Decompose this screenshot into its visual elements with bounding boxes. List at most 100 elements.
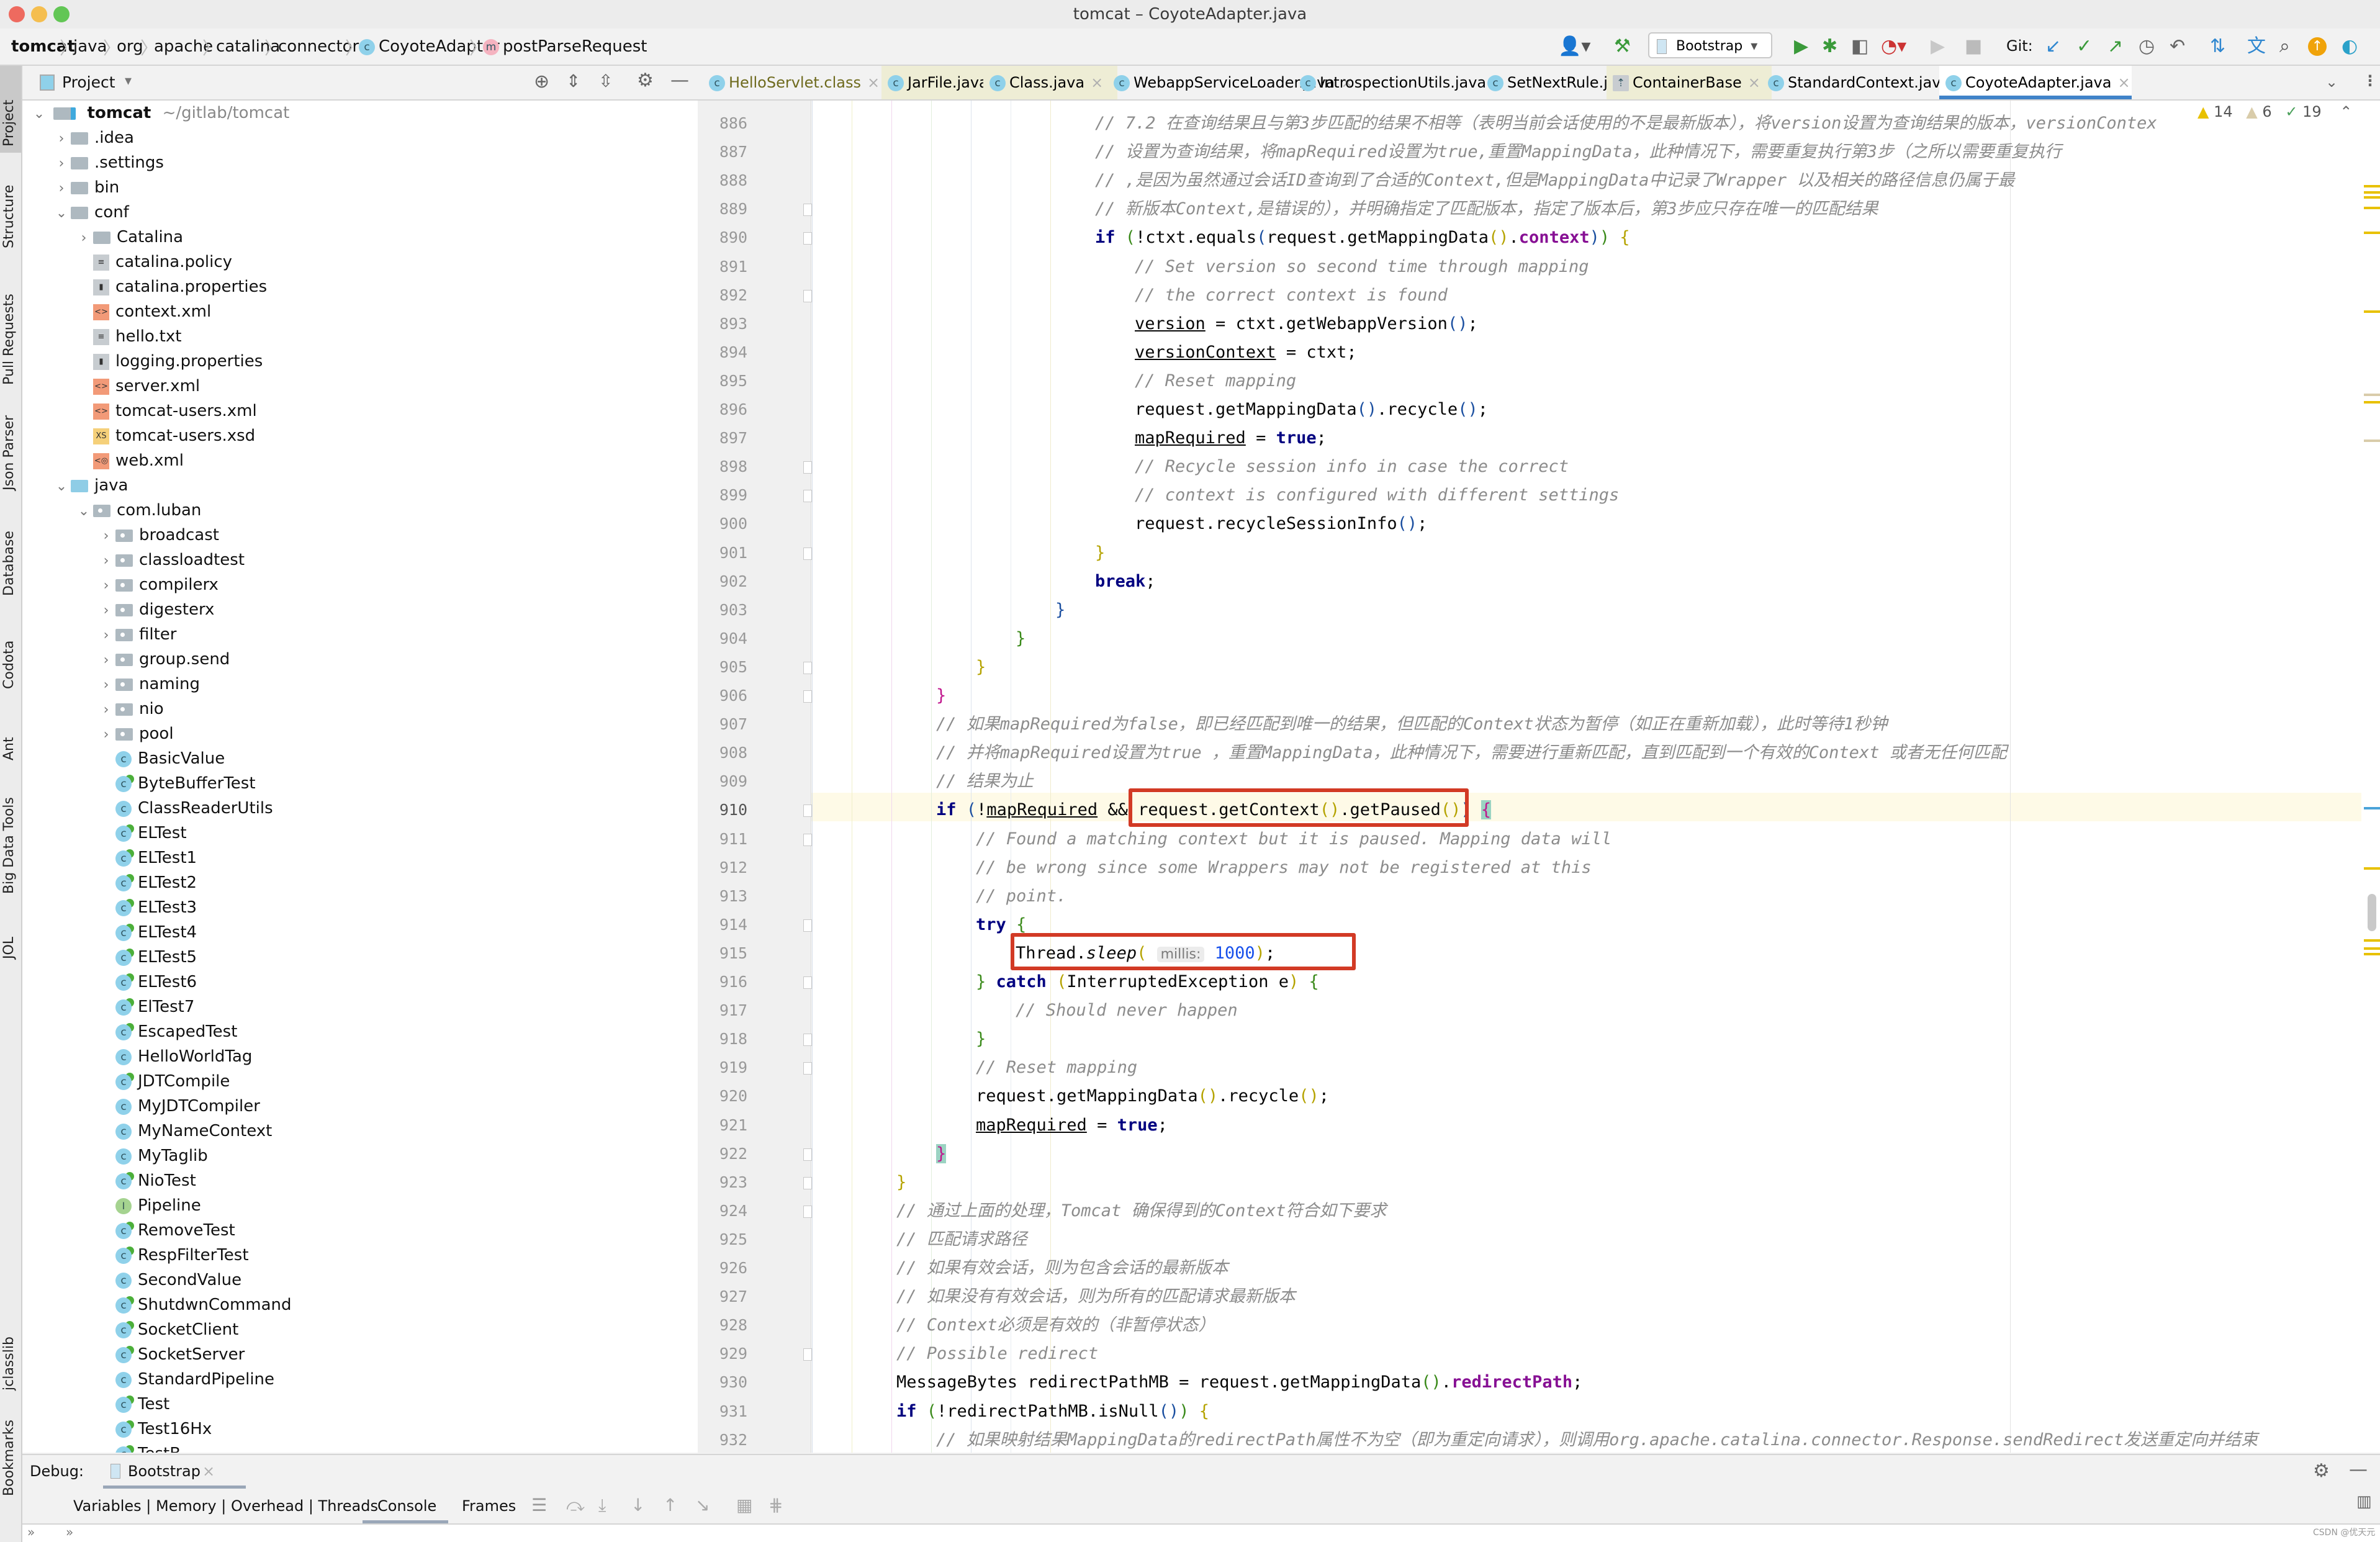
tree-item[interactable]: c HelloWorldTag bbox=[97, 1044, 252, 1069]
tree-item[interactable]: ≡ hello.txt bbox=[74, 324, 181, 349]
line-number[interactable]: 897 bbox=[698, 429, 747, 447]
warning-marker[interactable] bbox=[2364, 867, 2380, 870]
debug-tab-frames[interactable]: Frames bbox=[462, 1497, 516, 1515]
code-line[interactable]: // 新版本Context,是错误的），并明确指定了匹配版本，指定了版本后，第3… bbox=[1095, 195, 1878, 223]
code-line[interactable]: } bbox=[976, 653, 986, 682]
previous-highlight-icon[interactable]: ⌃ bbox=[2340, 103, 2352, 120]
editor-tab[interactable]: cIntrospectionUtils.java× bbox=[1294, 66, 1505, 99]
line-number[interactable]: 917 bbox=[698, 1001, 747, 1019]
line-number[interactable]: 918 bbox=[698, 1030, 747, 1048]
layout-icon[interactable]: ▥ bbox=[2356, 1492, 2372, 1511]
code-line[interactable]: break; bbox=[1095, 567, 1156, 596]
tree-item[interactable]: › digesterx bbox=[97, 597, 215, 623]
code-line[interactable]: // Reset mapping bbox=[1135, 367, 1296, 395]
tree-item[interactable]: c ELTest3 bbox=[97, 895, 197, 920]
warning-marker[interactable] bbox=[2364, 232, 2380, 234]
code-line[interactable]: // Found a matching context but it is pa… bbox=[976, 825, 1611, 854]
line-number[interactable]: 926 bbox=[698, 1259, 747, 1277]
code-line[interactable]: // Recycle session info in case the corr… bbox=[1135, 453, 1569, 481]
code-line[interactable]: // 并将mapRequired设置为true ，重置MappingData，此… bbox=[936, 739, 2007, 767]
collapse-all-icon[interactable]: ⇳ bbox=[598, 71, 613, 91]
run-to-cursor-icon[interactable]: ↘ bbox=[695, 1495, 710, 1515]
line-number[interactable]: 900 bbox=[698, 515, 747, 533]
tool-window-jclasslib[interactable]: jclasslib bbox=[1, 1316, 17, 1391]
tree-item[interactable]: c SecondValue bbox=[97, 1268, 241, 1292]
tree-root-tomcat[interactable]: ⌄ tomcat ~/gitlab/tomcat bbox=[22, 101, 290, 125]
tree-item[interactable]: <> tomcat-users.xml bbox=[74, 399, 257, 423]
tree-item[interactable]: c RespFilterTest bbox=[97, 1243, 249, 1268]
line-number[interactable]: 912 bbox=[698, 859, 747, 877]
line-number[interactable]: 890 bbox=[698, 228, 747, 246]
code-line[interactable]: mapRequired = true; bbox=[976, 1111, 1168, 1140]
code-line[interactable]: // 结果为止 bbox=[936, 767, 1034, 796]
tree-item[interactable]: ⌄ java bbox=[52, 473, 128, 498]
tree-item[interactable]: c MyJDTCompiler bbox=[97, 1094, 260, 1119]
translate-icon[interactable]: 文 bbox=[2247, 37, 2266, 56]
chevron-right-icon[interactable]: › bbox=[97, 623, 115, 648]
tree-item[interactable]: › naming bbox=[97, 672, 200, 697]
fold-marker-icon[interactable] bbox=[803, 1348, 812, 1361]
expand-icon[interactable]: » bbox=[66, 1525, 73, 1540]
tree-item[interactable]: ⌄ conf bbox=[52, 200, 129, 225]
tool-window-database[interactable]: Database bbox=[1, 509, 17, 596]
breadcrumb-item[interactable]: org bbox=[117, 37, 143, 56]
tree-item[interactable]: c SocketClient bbox=[97, 1317, 238, 1342]
chevron-right-icon[interactable]: › bbox=[52, 151, 71, 176]
tree-item[interactable]: <> context.xml bbox=[74, 299, 211, 324]
step-over-icon[interactable]: ⤓ bbox=[598, 1495, 606, 1516]
fold-marker-icon[interactable] bbox=[803, 976, 812, 989]
line-number[interactable]: 908 bbox=[698, 744, 747, 762]
tool-window-big-data-tools[interactable]: Big Data Tools bbox=[1, 779, 17, 894]
breadcrumb-item[interactable]: m postParseRequest bbox=[483, 37, 647, 56]
tree-item[interactable]: <> server.xml bbox=[74, 374, 200, 399]
code-line[interactable]: // Context必须是有效的（非暂停状态） bbox=[896, 1311, 1215, 1340]
update-icon[interactable]: ↑ bbox=[2308, 37, 2327, 56]
code-line[interactable]: } bbox=[1016, 624, 1025, 653]
chevron-right-icon[interactable]: › bbox=[97, 598, 115, 623]
line-number[interactable]: 929 bbox=[698, 1345, 747, 1363]
code-line[interactable]: // Possible redirect bbox=[896, 1340, 1098, 1368]
debug-tab-variables[interactable]: Variables | Memory | Overhead | Threads bbox=[73, 1497, 378, 1515]
list-icon[interactable]: ☰ bbox=[531, 1495, 547, 1515]
tree-item[interactable]: › nio bbox=[97, 697, 164, 721]
evaluate-expression-icon[interactable]: ▦ bbox=[736, 1495, 752, 1515]
chevron-right-icon[interactable]: › bbox=[52, 127, 71, 151]
editor-tab[interactable]: c Class.java × bbox=[983, 66, 1117, 99]
plugin-logo-icon[interactable]: ◐ bbox=[2342, 37, 2358, 56]
tool-window-pull-requests[interactable]: Pull Requests bbox=[1, 273, 17, 385]
run-icon[interactable]: ▶ bbox=[1794, 37, 1808, 56]
more-options-icon[interactable]: ⋮ bbox=[2363, 72, 2378, 89]
line-number[interactable]: 906 bbox=[698, 687, 747, 705]
tree-item[interactable]: c ClassReaderUtils bbox=[97, 796, 273, 821]
tree-item[interactable]: c EscapedTest bbox=[97, 1019, 237, 1044]
close-tab-icon[interactable]: × bbox=[1091, 74, 1103, 91]
line-number[interactable]: 920 bbox=[698, 1087, 747, 1105]
warning-marker[interactable] bbox=[2364, 310, 2380, 313]
line-number[interactable]: 891 bbox=[698, 258, 747, 276]
inspection-widget[interactable]: ▲ 14 ▲ 6 ✓ 19 ⌃ ⌄ bbox=[2197, 103, 2380, 128]
line-number[interactable]: 930 bbox=[698, 1373, 747, 1391]
tool-window-project[interactable]: Project bbox=[1, 78, 17, 147]
warning-marker[interactable] bbox=[2364, 939, 2380, 942]
tree-item[interactable]: › pool bbox=[97, 721, 174, 746]
tree-item[interactable]: c NioTest bbox=[97, 1168, 196, 1193]
tree-item[interactable]: c MyNameContext bbox=[97, 1119, 272, 1143]
chevron-down-icon[interactable]: ⌄ bbox=[52, 201, 71, 226]
code-line[interactable]: MessageBytes redirectPathMB = request.ge… bbox=[896, 1368, 1582, 1397]
line-number[interactable]: 893 bbox=[698, 315, 747, 333]
line-number[interactable]: 888 bbox=[698, 171, 747, 189]
line-number[interactable]: 894 bbox=[698, 343, 747, 361]
code-line[interactable]: // the correct context is found bbox=[1135, 281, 1448, 310]
step-out-icon[interactable]: ↑ bbox=[663, 1495, 677, 1515]
debug-tab-console[interactable]: Console bbox=[363, 1489, 448, 1523]
coverage-icon[interactable]: ◧ bbox=[1851, 37, 1868, 56]
caret-position-marker[interactable] bbox=[2364, 807, 2380, 809]
tool-window-structure[interactable]: Structure bbox=[1, 168, 17, 248]
code-line[interactable]: // ,是因为虽然通过会话ID查询到了合适的Context,但是MappingD… bbox=[1095, 166, 2014, 195]
git-push-icon[interactable]: ↗ bbox=[2107, 37, 2123, 56]
tree-item[interactable]: c RemoveTest bbox=[97, 1218, 235, 1243]
line-number[interactable]: 904 bbox=[698, 629, 747, 647]
tree-item[interactable]: › filter bbox=[97, 622, 177, 648]
tree-item[interactable]: ▮ logging.properties bbox=[74, 349, 263, 374]
vcs-user-icon[interactable]: 👤▾ bbox=[1558, 37, 1590, 56]
